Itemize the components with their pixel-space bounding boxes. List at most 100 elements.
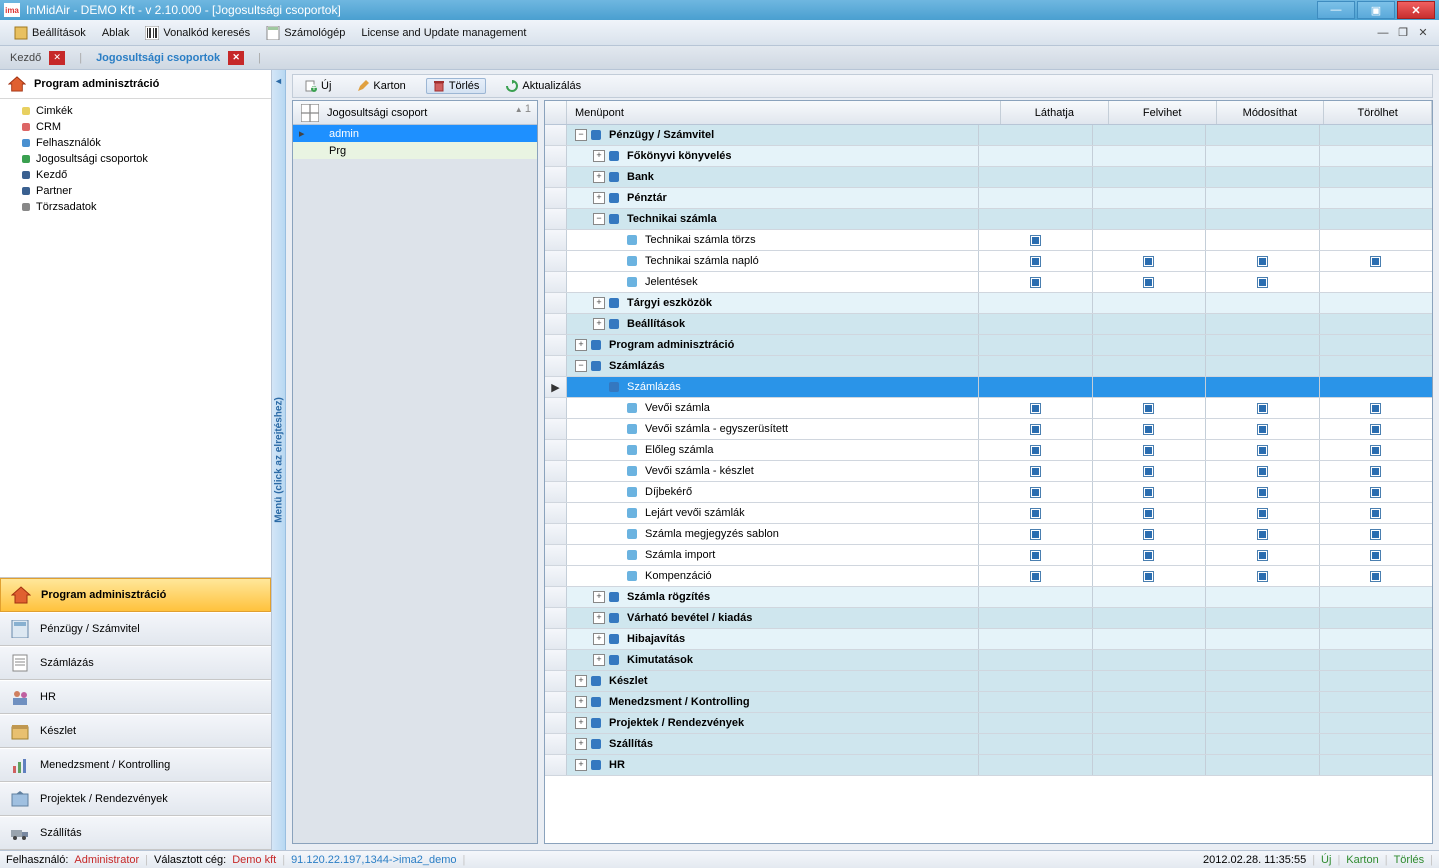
expand-icon[interactable]: + [593, 150, 605, 162]
checkbox-checked-icon[interactable] [1030, 256, 1041, 267]
checkbox-checked-icon[interactable] [1257, 508, 1268, 519]
checkbox-checked-icon[interactable] [1257, 403, 1268, 414]
checkbox-checked-icon[interactable] [1370, 508, 1381, 519]
nav-admin[interactable]: Program adminisztráció [0, 578, 271, 612]
perm-cell[interactable] [979, 356, 1093, 376]
checkbox-checked-icon[interactable] [1143, 529, 1154, 540]
perm-cell[interactable] [1320, 545, 1433, 565]
perm-cell[interactable] [1206, 188, 1320, 208]
perm-cell[interactable] [1093, 545, 1207, 565]
checkbox-checked-icon[interactable] [1030, 424, 1041, 435]
rights-header-add[interactable]: Felvihet [1109, 101, 1217, 124]
nav-menedzs[interactable]: Menedzsment / Kontrolling [0, 748, 271, 782]
checkbox-checked-icon[interactable] [1257, 424, 1268, 435]
perm-cell[interactable] [1093, 251, 1207, 271]
perm-cell[interactable] [979, 566, 1093, 586]
checkbox-checked-icon[interactable] [1257, 256, 1268, 267]
perm-cell[interactable] [979, 671, 1093, 691]
checkbox-checked-icon[interactable] [1143, 466, 1154, 477]
perm-cell[interactable] [1320, 440, 1433, 460]
perm-cell[interactable] [1093, 335, 1207, 355]
perm-cell[interactable] [1093, 566, 1207, 586]
perm-cell[interactable] [1206, 230, 1320, 250]
rights-header-menu[interactable]: Menüpont [567, 101, 1001, 124]
tab-kezdo[interactable]: Kezdő ✕ [10, 51, 65, 65]
window-close-button[interactable]: ✕ [1397, 1, 1435, 19]
perm-cell[interactable] [979, 755, 1093, 775]
group-row-prg[interactable]: Prg [293, 142, 537, 159]
perm-cell[interactable] [979, 545, 1093, 565]
perm-cell[interactable] [1320, 650, 1433, 670]
perm-cell[interactable] [979, 650, 1093, 670]
checkbox-checked-icon[interactable] [1370, 529, 1381, 540]
perm-cell[interactable] [1093, 587, 1207, 607]
perm-cell[interactable] [979, 629, 1093, 649]
collapse-icon[interactable]: − [593, 213, 605, 225]
perm-cell[interactable] [1206, 293, 1320, 313]
tree-jogosult[interactable]: Jogosultsági csoportok [0, 151, 271, 167]
perm-cell[interactable] [1320, 608, 1433, 628]
rights-row[interactable]: +Pénztár [545, 188, 1432, 209]
checkbox-checked-icon[interactable] [1030, 508, 1041, 519]
nav-szamlazas[interactable]: Számlázás [0, 646, 271, 680]
expand-icon[interactable]: + [575, 696, 587, 708]
checkbox-checked-icon[interactable] [1370, 424, 1381, 435]
checkbox-checked-icon[interactable] [1370, 445, 1381, 456]
expand-icon[interactable]: + [575, 339, 587, 351]
toolbar-karton[interactable]: Karton [351, 79, 411, 93]
perm-cell[interactable] [1093, 461, 1207, 481]
checkbox-checked-icon[interactable] [1143, 550, 1154, 561]
perm-cell[interactable] [1093, 272, 1207, 292]
toolbar-delete[interactable]: Törlés [426, 78, 487, 94]
rights-row[interactable]: Vevői számla - készlet [545, 461, 1432, 482]
checkbox-checked-icon[interactable] [1030, 277, 1041, 288]
checkbox-checked-icon[interactable] [1030, 571, 1041, 582]
window-minimize-button[interactable]: — [1317, 1, 1355, 19]
perm-cell[interactable] [1320, 419, 1433, 439]
checkbox-checked-icon[interactable] [1143, 403, 1154, 414]
rights-row[interactable]: +Főkönyvi könyvelés [545, 146, 1432, 167]
checkbox-checked-icon[interactable] [1257, 529, 1268, 540]
perm-cell[interactable] [1093, 125, 1207, 145]
rights-row[interactable]: +Számla rögzítés [545, 587, 1432, 608]
perm-cell[interactable] [1206, 755, 1320, 775]
perm-cell[interactable] [1093, 209, 1207, 229]
perm-cell[interactable] [1320, 335, 1433, 355]
checkbox-checked-icon[interactable] [1030, 235, 1041, 246]
perm-cell[interactable] [1093, 146, 1207, 166]
rights-row[interactable]: +Projektek / Rendezvények [545, 713, 1432, 734]
checkbox-checked-icon[interactable] [1257, 550, 1268, 561]
rights-row[interactable]: −Számlázás [545, 356, 1432, 377]
perm-cell[interactable] [1093, 398, 1207, 418]
perm-cell[interactable] [979, 587, 1093, 607]
perm-cell[interactable] [979, 608, 1093, 628]
expand-icon[interactable]: + [593, 633, 605, 645]
checkbox-checked-icon[interactable] [1370, 466, 1381, 477]
menu-calculator[interactable]: Számológép [258, 22, 353, 44]
window-maximize-button[interactable]: ▣ [1357, 1, 1395, 19]
rights-header-del[interactable]: Törölhet [1324, 101, 1432, 124]
perm-cell[interactable] [1320, 461, 1433, 481]
expand-icon[interactable]: + [593, 654, 605, 666]
perm-cell[interactable] [979, 251, 1093, 271]
perm-cell[interactable] [1093, 377, 1207, 397]
perm-cell[interactable] [1320, 314, 1433, 334]
rights-header-see[interactable]: Láthatja [1001, 101, 1109, 124]
nav-keszlet[interactable]: Készlet [0, 714, 271, 748]
perm-cell[interactable] [979, 314, 1093, 334]
rights-row[interactable]: Lejárt vevői számlák [545, 503, 1432, 524]
checkbox-checked-icon[interactable] [1370, 403, 1381, 414]
mdi-close-button[interactable]: ✕ [1415, 26, 1431, 40]
perm-cell[interactable] [1320, 566, 1433, 586]
perm-cell[interactable] [1206, 713, 1320, 733]
rights-row[interactable]: Előleg számla [545, 440, 1432, 461]
expand-icon[interactable]: + [593, 591, 605, 603]
perm-cell[interactable] [1206, 356, 1320, 376]
expand-icon[interactable]: + [575, 717, 587, 729]
perm-cell[interactable] [1093, 755, 1207, 775]
perm-cell[interactable] [1206, 125, 1320, 145]
perm-cell[interactable] [1320, 293, 1433, 313]
perm-cell[interactable] [1320, 755, 1433, 775]
rights-row[interactable]: Díjbekérő [545, 482, 1432, 503]
perm-cell[interactable] [1320, 272, 1433, 292]
